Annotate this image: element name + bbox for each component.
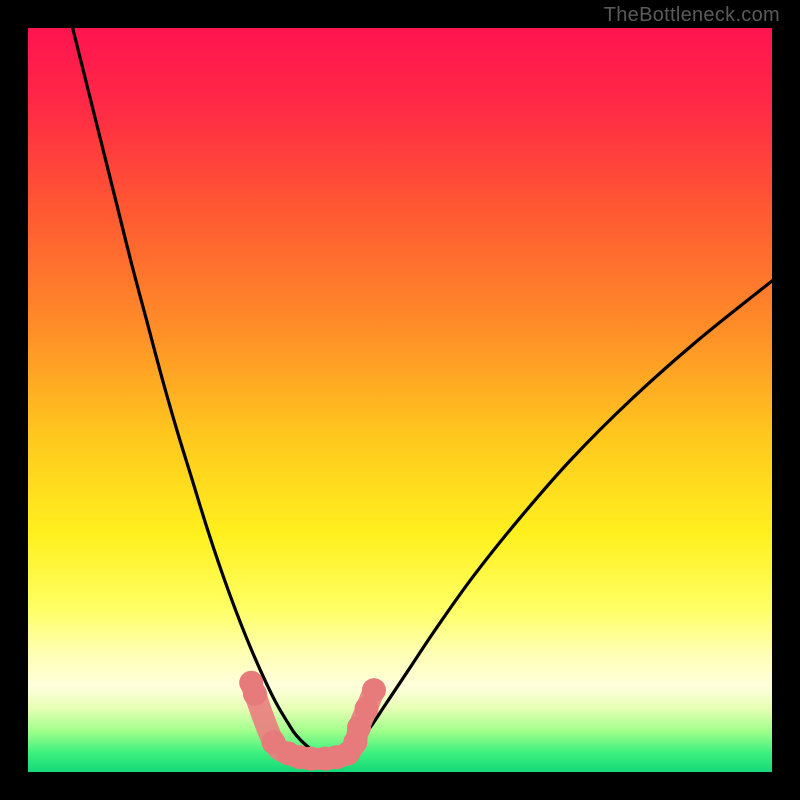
data-point [362, 678, 386, 702]
chart-curves [28, 28, 772, 772]
plot-area [28, 28, 772, 772]
right-branch-curve [344, 281, 772, 756]
watermark-text: TheBottleneck.com [604, 4, 780, 27]
data-point [243, 682, 267, 706]
left-branch-curve [73, 28, 345, 756]
